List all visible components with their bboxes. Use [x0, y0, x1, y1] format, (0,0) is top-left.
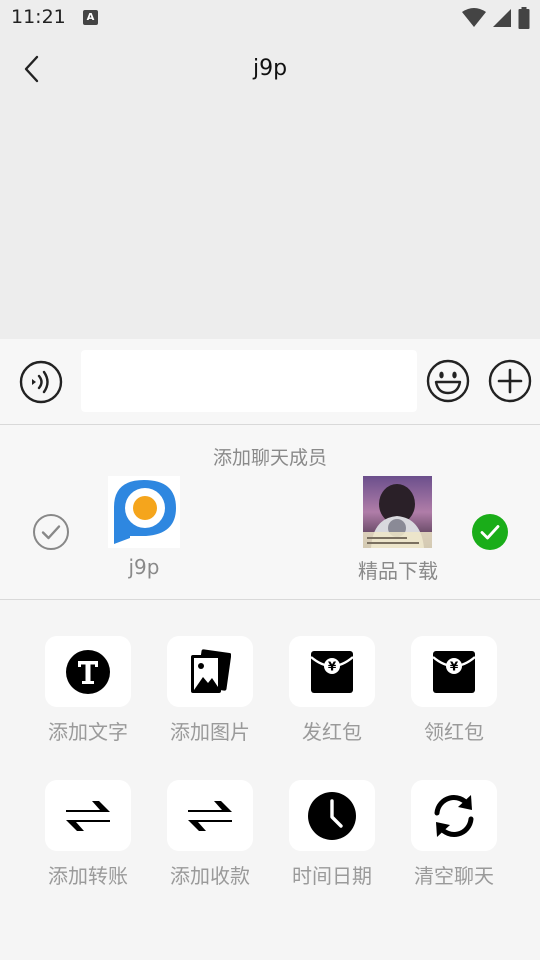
tool-receive-red-packet-box: ¥	[411, 636, 497, 707]
battery-icon	[518, 7, 530, 29]
message-input[interactable]	[81, 350, 417, 412]
member-left-name: j9p	[128, 555, 160, 579]
tool-add-payment-label: 添加收款	[170, 864, 250, 888]
status-bar: 11:21 A	[0, 0, 540, 36]
tool-add-transfer-label: 添加转账	[48, 864, 128, 888]
transfer-arrows-icon	[66, 800, 110, 831]
member-left-checkbox[interactable]	[32, 513, 70, 551]
voice-button[interactable]	[19, 360, 63, 404]
tool-add-image-box	[167, 636, 253, 707]
tool-add-text-label: 添加文字	[48, 720, 128, 744]
image-icon	[191, 648, 231, 693]
more-button[interactable]	[488, 359, 532, 403]
tool-receive-red-packet[interactable]: ¥ 领红包	[400, 636, 500, 756]
member-right-avatar[interactable]	[363, 476, 432, 548]
tool-add-transfer[interactable]: 添加转账	[34, 780, 134, 900]
tool-add-image[interactable]: 添加图片	[156, 636, 256, 756]
transfer-arrows-icon	[188, 800, 232, 831]
chat-members-panel: 添加聊天成员 j9p 精品下载	[0, 425, 540, 600]
svg-text:¥: ¥	[450, 659, 459, 673]
status-icons	[462, 7, 530, 29]
svg-text:¥: ¥	[328, 659, 337, 673]
tool-send-red-packet-box: ¥	[289, 636, 375, 707]
tool-time-date-label: 时间日期	[292, 864, 372, 888]
smiley-icon	[426, 359, 470, 403]
member-right-checkbox[interactable]	[471, 513, 509, 551]
wifi-icon	[462, 8, 486, 27]
tool-send-red-packet-label: 发红包	[302, 720, 362, 744]
refresh-icon	[434, 794, 474, 837]
signal-icon	[493, 9, 511, 27]
tool-add-payment-box	[167, 780, 253, 851]
tool-add-text-box	[45, 636, 131, 707]
check-circle-filled-icon	[472, 514, 508, 550]
tool-time-date-box	[289, 780, 375, 851]
tool-add-text[interactable]: 添加文字	[34, 636, 134, 756]
tool-add-transfer-box	[45, 780, 131, 851]
title-bar: j9p	[0, 36, 540, 102]
status-time: 11:21	[11, 6, 66, 28]
member-right-name: 精品下载	[358, 559, 438, 583]
photo-avatar-icon	[363, 476, 432, 548]
p-logo-icon	[108, 476, 180, 548]
notification-icon: A	[83, 10, 98, 25]
check-circle-outline-icon	[33, 514, 69, 550]
emoji-button[interactable]	[426, 359, 470, 403]
voice-icon	[19, 360, 63, 404]
tool-add-payment[interactable]: 添加收款	[156, 780, 256, 900]
text-t-icon	[66, 649, 110, 694]
input-bar	[0, 339, 540, 425]
members-heading: 添加聊天成员	[212, 447, 327, 469]
tool-clear-chat-label: 清空聊天	[414, 864, 494, 888]
tool-clear-chat[interactable]: 清空聊天	[400, 780, 500, 900]
member-left-avatar[interactable]	[108, 476, 180, 548]
tool-receive-red-packet-label: 领红包	[424, 720, 484, 744]
tool-send-red-packet[interactable]: ¥ 发红包	[278, 636, 378, 756]
red-packet-icon: ¥	[310, 650, 354, 693]
tools-panel: 添加文字 添加图片 ¥ 发红包 ¥ 领红包 添加转账 添加收款 时间日期 清空聊…	[0, 600, 540, 960]
tool-clear-chat-box	[411, 780, 497, 851]
chat-title: j9p	[252, 56, 288, 81]
tool-time-date[interactable]: 时间日期	[278, 780, 378, 900]
chat-area	[0, 102, 540, 339]
red-packet-icon: ¥	[432, 650, 476, 693]
clock-icon	[308, 791, 356, 840]
tool-add-image-label: 添加图片	[170, 720, 250, 744]
plus-circle-icon	[488, 359, 532, 403]
